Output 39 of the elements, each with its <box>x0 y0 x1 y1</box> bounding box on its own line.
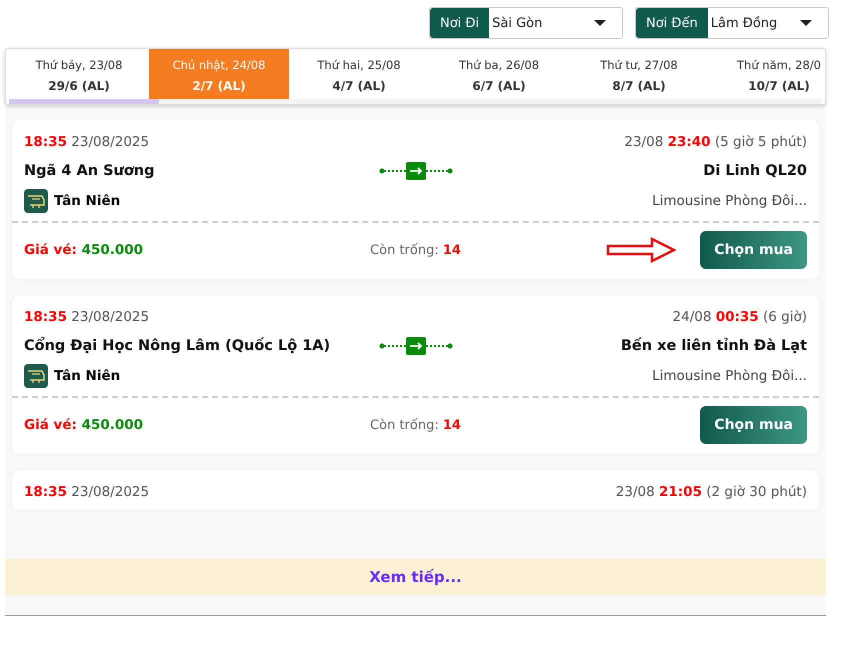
select-value: Sài Gòn <box>491 16 544 30</box>
select-value: Lâm Đồng <box>710 16 778 30</box>
load-more-link[interactable]: Xem tiếp... <box>5 559 826 595</box>
destination-name: Di Linh QL20 <box>702 163 807 179</box>
location-select[interactable]: Nơi Đến Lâm Đồng <box>635 7 829 39</box>
ticket-price: Giá vé: 450.000 <box>24 242 144 258</box>
buy-button[interactable]: Chọn mua <box>700 406 807 444</box>
seats-available: Còn trống: 14 <box>369 242 462 258</box>
departure-time: 18:35 23/08/2025 <box>24 134 150 150</box>
location-select[interactable]: Nơi Đi Sài Gòn <box>429 7 623 39</box>
operator-name: Tân Niên <box>54 193 120 209</box>
origin-name: Cổng Đại Học Nông Lâm (Quốc Lộ 1A) <box>24 338 332 354</box>
bus-logo-icon <box>24 189 48 213</box>
select-label: Nơi Đến <box>636 8 708 38</box>
operator-name: Tân Niên <box>54 368 120 384</box>
date-tab[interactable]: Thứ năm, 28/0 10/7 (AL) <box>709 49 821 99</box>
arrival-time: 23/08 23:40 (5 giờ 5 phút) <box>624 134 807 150</box>
seats-available: Còn trống: 14 <box>369 418 462 432</box>
date-tab[interactable]: Thứ bảy, 23/08 29/6 (AL) <box>9 49 149 99</box>
buy-button[interactable]: Chọn mua <box>700 231 807 269</box>
destination-name: Bến xe liên tỉnh Đà Lạt <box>620 338 807 354</box>
origin-name: Ngã 4 An Sương <box>24 163 156 179</box>
date-tab[interactable]: Thứ hai, 25/08 4/7 (AL) <box>289 49 429 99</box>
date-tab[interactable]: Thứ tư, 27/08 8/7 (AL) <box>569 49 709 99</box>
scrollbar-thumb[interactable] <box>9 99 159 104</box>
departure-time: 18:35 23/08/2025 <box>24 484 150 500</box>
ticket-price: Giá vé: 450.000 <box>24 417 144 433</box>
vehicle-type: Limousine Phòng Đôi... <box>652 368 807 384</box>
route-icon <box>378 336 452 356</box>
caret-icon <box>800 20 812 26</box>
departure-time: 18:35 23/08/2025 <box>24 309 150 325</box>
arrival-time: 23/08 21:05 (2 giờ 30 phút) <box>616 484 807 500</box>
arrival-time: 24/08 00:35 (6 giờ) <box>672 309 807 325</box>
select-label: Nơi Đi <box>430 8 490 38</box>
caret-icon <box>594 20 606 26</box>
bus-logo-icon <box>24 364 48 388</box>
route-icon <box>378 161 452 181</box>
vehicle-type: Limousine Phòng Đôi... <box>652 193 807 209</box>
date-tab[interactable]: Thứ ba, 26/08 6/7 (AL) <box>429 49 569 99</box>
